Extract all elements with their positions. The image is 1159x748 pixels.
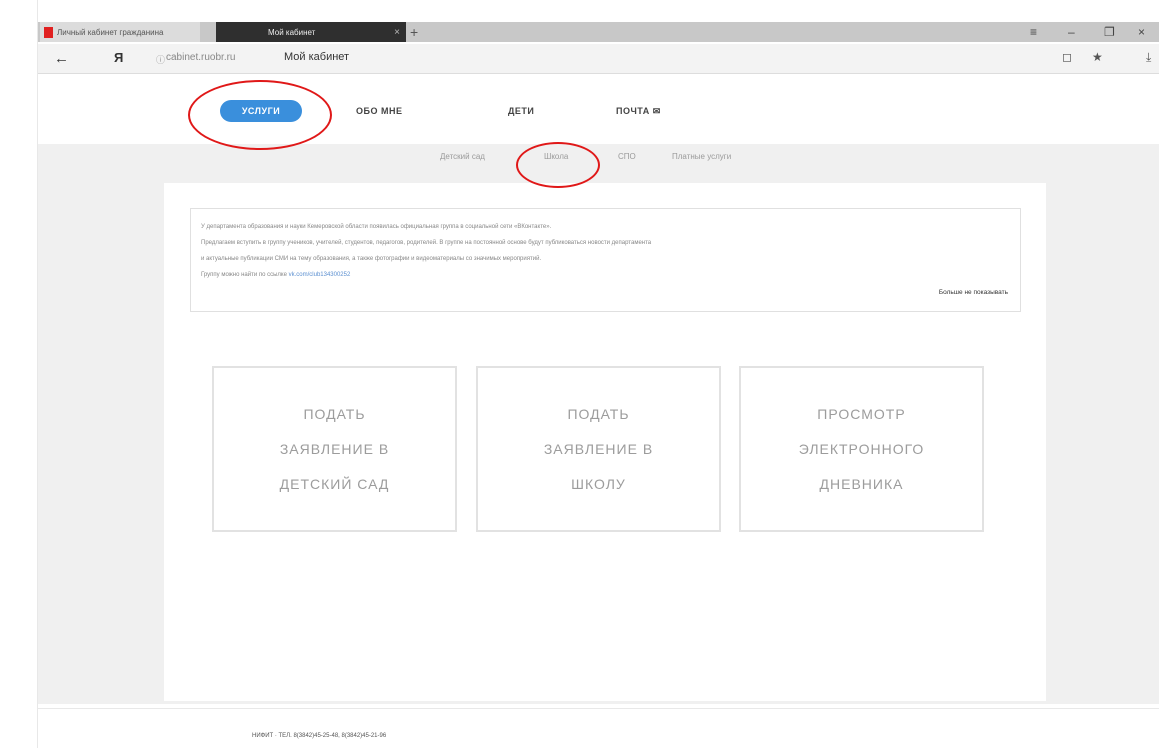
page-footer: НИФИТ · ТЕЛ. 8(3842)45-25-48, 8(3842)45-… bbox=[38, 708, 1159, 748]
card-label: ПРОСМОТР ЭЛЕКТРОННОГО ДНЕВНИКА bbox=[798, 405, 925, 492]
page-title-in-address[interactable]: Мой кабинет bbox=[284, 51, 349, 63]
notice-line: и актуальные публикации СМИ на тему обра… bbox=[201, 256, 542, 262]
left-window-edge bbox=[0, 0, 38, 748]
subnav-paid-services[interactable]: Платные услуги bbox=[672, 152, 731, 161]
subnav-spo[interactable]: СПО bbox=[618, 152, 636, 161]
tab-my-cabinet[interactable]: Мой кабинет × bbox=[216, 22, 406, 42]
footer-contacts: НИФИТ · ТЕЛ. 8(3842)45-25-48, 8(3842)45-… bbox=[252, 733, 387, 739]
close-window-button[interactable]: × bbox=[1138, 22, 1145, 42]
site-info-icon[interactable]: ⓘ bbox=[156, 53, 165, 66]
restore-button[interactable]: ❐ bbox=[1104, 22, 1115, 42]
notice-link-line: Группу можно найти по ссылке vk.com/club… bbox=[201, 267, 1010, 283]
new-tab-button[interactable]: + bbox=[410, 22, 418, 42]
subnav-kindergarten[interactable]: Детский сад bbox=[440, 152, 485, 161]
bookmark-star-icon[interactable]: ★ bbox=[1092, 50, 1103, 64]
back-arrow-icon[interactable]: ← bbox=[54, 50, 69, 67]
tab-citizen-cabinet[interactable]: Личный кабинет гражданина bbox=[40, 22, 200, 42]
card-electronic-diary[interactable]: ПРОСМОТР ЭЛЕКТРОННОГО ДНЕВНИКА bbox=[739, 366, 984, 532]
tab-label: Мой кабинет bbox=[268, 27, 316, 37]
yandex-favicon-icon bbox=[44, 26, 53, 38]
card-label: ПОДАТЬ ЗАЯВЛЕНИЕ В ДЕТСКИЙ САД bbox=[279, 405, 390, 492]
notice-link-prefix: Группу можно найти по ссылке bbox=[201, 272, 289, 278]
url-text[interactable]: cabinet.ruobr.ru bbox=[166, 52, 236, 63]
vk-group-notice: У департамента образования и науки Кемер… bbox=[190, 208, 1021, 312]
yandex-logo-icon[interactable]: Я bbox=[114, 50, 123, 65]
menu-icon[interactable]: ≡ bbox=[1030, 22, 1037, 42]
card-kindergarten-application[interactable]: ПОДАТЬ ЗАЯВЛЕНИЕ В ДЕТСКИЙ САД bbox=[212, 366, 457, 532]
card-label: ПОДАТЬ ЗАЯВЛЕНИЕ В ШКОЛУ bbox=[543, 405, 654, 492]
nav-mail[interactable]: ПОЧТА ✉ bbox=[616, 106, 661, 117]
close-tab-icon[interactable]: × bbox=[394, 27, 400, 38]
tab-label: Личный кабинет гражданина bbox=[57, 27, 164, 37]
highlight-ring-services bbox=[188, 80, 332, 150]
address-bar: ← Я ⓘ cabinet.ruobr.ru Мой кабинет ◻ ★ ⤓ bbox=[38, 44, 1159, 74]
notice-line: У департамента образования и науки Кемер… bbox=[201, 224, 552, 230]
download-icon[interactable]: ⤓ bbox=[1146, 50, 1151, 65]
dismiss-notice-link[interactable]: Больше не показывать bbox=[939, 289, 1008, 296]
nav-about-me[interactable]: ОБО МНЕ bbox=[356, 106, 402, 116]
extension-icon[interactable]: ◻ bbox=[1062, 50, 1072, 64]
notice-line: Предлагаем вступить в группу учеников, у… bbox=[201, 240, 652, 246]
nav-children[interactable]: ДЕТИ bbox=[508, 106, 534, 116]
card-school-application[interactable]: ПОДАТЬ ЗАЯВЛЕНИЕ В ШКОЛУ bbox=[476, 366, 721, 532]
highlight-ring-school bbox=[516, 142, 600, 188]
browser-tab-bar: Личный кабинет гражданина Мой кабинет × … bbox=[38, 22, 1159, 42]
minimize-button[interactable]: – bbox=[1068, 22, 1075, 42]
vk-group-link[interactable]: vk.com/club134300252 bbox=[289, 272, 351, 278]
